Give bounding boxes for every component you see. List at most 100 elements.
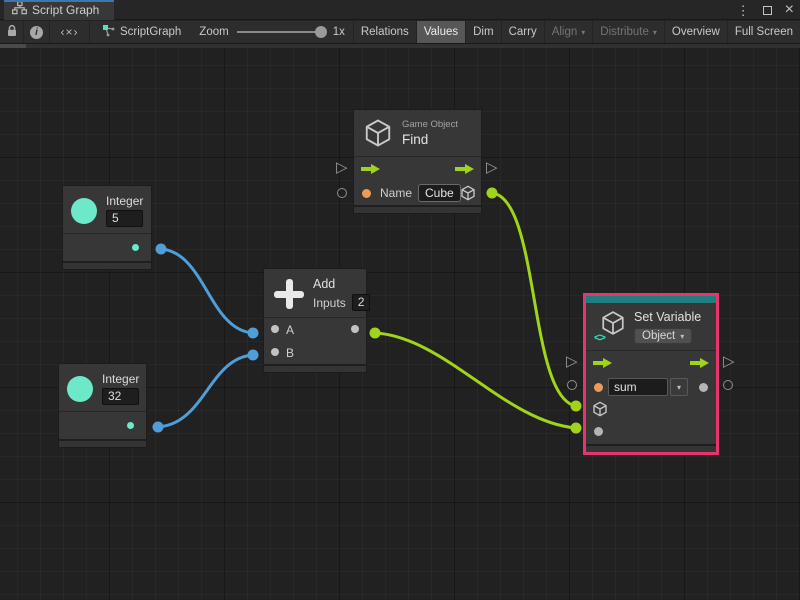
- input-port-a[interactable]: [271, 325, 279, 333]
- name-value-field[interactable]: Cube: [418, 184, 461, 202]
- node-category: Game Object: [402, 119, 458, 130]
- zoom-label: Zoom: [199, 26, 228, 38]
- game-object-cube-icon: [363, 118, 393, 148]
- chevron-down-icon: ▾: [653, 28, 657, 37]
- breadcrumb-label: ScriptGraph: [120, 26, 181, 38]
- setvar-control-out-triangle-port[interactable]: ▷: [723, 354, 735, 369]
- setvar-control-in-triangle-port[interactable]: ▷: [566, 354, 578, 369]
- dim-button[interactable]: Dim: [466, 21, 501, 43]
- node-integer-b[interactable]: Integer 32: [58, 363, 147, 448]
- tab-title: Script Graph: [32, 3, 99, 17]
- node-footer: [63, 261, 151, 269]
- set-variable-icon: <>: [594, 310, 626, 344]
- integer-a-header: Integer 5: [63, 186, 151, 233]
- canvas-top-strip: [0, 44, 800, 48]
- window-controls: ⋮ ×: [737, 1, 794, 19]
- code-icon: ‹×›: [60, 25, 78, 39]
- inputs-count-field[interactable]: 2: [352, 294, 371, 311]
- scope-label: Object: [642, 330, 675, 342]
- fullscreen-button[interactable]: Full Screen: [728, 21, 800, 43]
- variable-name-input-port[interactable]: [594, 383, 603, 392]
- gameobject-output-port-icon[interactable]: [460, 185, 476, 201]
- setvar-value-out-circle-port[interactable]: [723, 380, 733, 390]
- output-port[interactable]: [351, 325, 359, 333]
- relations-button[interactable]: Relations: [353, 21, 417, 43]
- wire-add-to-setvar: [375, 333, 576, 428]
- maximize-icon[interactable]: [763, 6, 772, 15]
- variable-name-combo: sum ▾: [608, 378, 688, 396]
- overview-button[interactable]: Overview: [665, 21, 728, 43]
- value-output-port[interactable]: [699, 383, 708, 392]
- output-port[interactable]: [132, 244, 139, 251]
- control-output-arrow-icon[interactable]: [454, 163, 475, 178]
- node-footer: [264, 364, 366, 372]
- align-label: Align: [552, 26, 578, 38]
- tab-script-graph[interactable]: Script Graph: [4, 0, 114, 20]
- lock-button[interactable]: [0, 21, 24, 43]
- variable-color-bar: [586, 296, 716, 303]
- align-button[interactable]: Align ▾: [545, 21, 594, 43]
- node-set-variable-selected[interactable]: <> Set Variable Object ▾: [583, 293, 719, 455]
- scrollbar-thumb[interactable]: [0, 44, 26, 48]
- variable-scope-dropdown[interactable]: Object ▾: [634, 328, 692, 344]
- value-input-row: [586, 420, 716, 444]
- name-input-port[interactable]: [362, 189, 371, 198]
- name-label: Name: [380, 186, 412, 200]
- integer-value-field[interactable]: 5: [106, 210, 143, 227]
- find-name-in-circle-port[interactable]: [337, 188, 347, 198]
- find-ports: Name Cube: [354, 156, 481, 205]
- input-port-b[interactable]: [271, 348, 279, 356]
- info-button[interactable]: i: [24, 21, 50, 43]
- script-graph-asset-icon: [102, 24, 115, 40]
- chevron-down-icon: ▾: [680, 332, 684, 341]
- variable-name-dropdown-button[interactable]: ▾: [670, 378, 688, 396]
- port-b-label: B: [286, 346, 294, 360]
- control-input-arrow-icon[interactable]: [592, 357, 613, 372]
- integer-b-header: Integer 32: [59, 364, 146, 411]
- variable-name-field[interactable]: sum: [608, 378, 668, 396]
- integer-type-icon: [71, 198, 97, 224]
- node-integer-a[interactable]: Integer 5: [62, 185, 152, 270]
- name-param-row: Name Cube: [354, 181, 481, 205]
- target-object-row: [586, 399, 716, 420]
- zoom-slider-handle[interactable]: [315, 26, 327, 38]
- lock-icon: [6, 24, 18, 40]
- graph-toolbar: i ‹×› ScriptGraph Zoom 1x Relations Valu…: [0, 21, 800, 44]
- inputs-label: Inputs: [313, 296, 346, 310]
- close-icon[interactable]: ×: [785, 2, 794, 18]
- zoom-slider[interactable]: [237, 26, 325, 38]
- node-find[interactable]: Game Object Find Name Cube: [353, 109, 482, 214]
- zoom-value: 1x: [333, 26, 345, 38]
- node-footer: [354, 205, 481, 213]
- tab-bar: Script Graph ⋮ ×: [0, 0, 800, 20]
- node-title: Add: [313, 277, 370, 291]
- wire-int5-to-add-a: [161, 249, 253, 333]
- more-icon[interactable]: ⋮: [737, 4, 750, 17]
- gameobject-input-port-icon[interactable]: [592, 401, 608, 417]
- carry-button[interactable]: Carry: [502, 21, 545, 43]
- breadcrumb[interactable]: ScriptGraph: [90, 21, 191, 43]
- control-output-arrow-icon[interactable]: [689, 357, 710, 372]
- zoom-control: Zoom 1x: [191, 21, 353, 43]
- wire-int32-to-add-b: [158, 355, 253, 427]
- node-add[interactable]: Add Inputs 2 A B: [263, 268, 367, 373]
- node-title: Set Variable: [634, 310, 701, 324]
- find-control-in-triangle-port[interactable]: ▷: [336, 160, 348, 175]
- graph-canvas[interactable]: Integer 5 Integer 32: [0, 44, 800, 600]
- code-toggle-button[interactable]: ‹×›: [50, 21, 90, 43]
- variable-angle-brackets-icon: <>: [594, 332, 605, 344]
- distribute-button[interactable]: Distribute ▾: [593, 21, 665, 43]
- add-header: Add Inputs 2: [264, 269, 366, 317]
- values-button[interactable]: Values: [417, 21, 466, 43]
- output-port[interactable]: [127, 422, 134, 429]
- integer-value-field[interactable]: 32: [102, 388, 139, 405]
- setvar-name-in-circle-port[interactable]: [567, 380, 577, 390]
- port-row-a: A: [264, 318, 366, 341]
- unity-script-graph-window: Script Graph ⋮ × i ‹×› ScriptGraph Zoom: [0, 0, 800, 600]
- find-control-out-triangle-port[interactable]: ▷: [486, 160, 498, 175]
- control-flow-row: [354, 157, 481, 181]
- integer-a-ports: [63, 233, 151, 261]
- value-input-port[interactable]: [594, 427, 603, 436]
- control-input-arrow-icon[interactable]: [360, 163, 381, 178]
- active-tab-accent: [4, 0, 114, 2]
